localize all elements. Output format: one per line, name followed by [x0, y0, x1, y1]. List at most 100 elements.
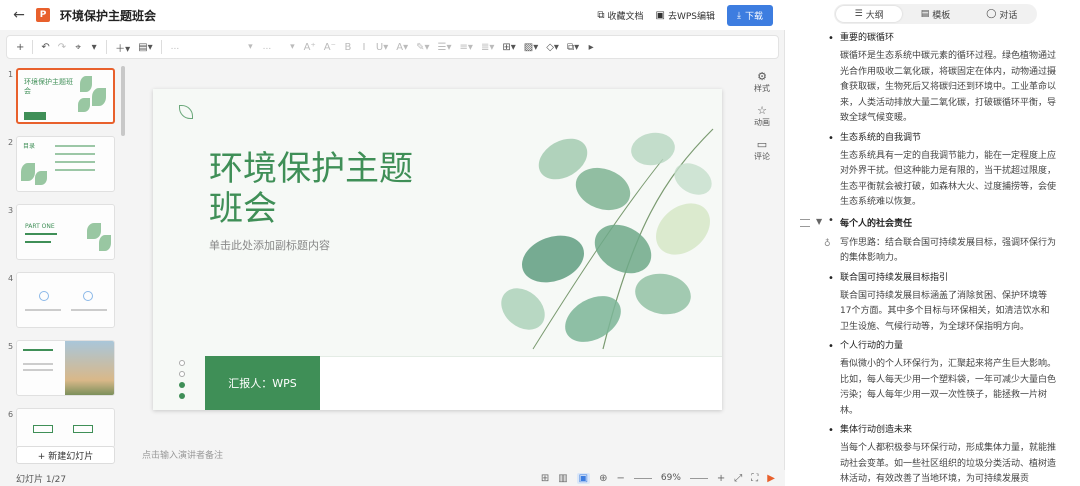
font-size-select[interactable]: ... ▾ — [259, 39, 299, 55]
reporter-box[interactable]: 汇报人：WPS — [205, 356, 320, 410]
slide-dots — [179, 360, 185, 399]
wps-edit-label: 去WPS编辑 — [667, 12, 715, 22]
slide-thumb-3[interactable]: PART ONE — [16, 204, 115, 260]
dot — [179, 371, 185, 377]
tab-label: 对话 — [999, 10, 1018, 21]
outline-bullet[interactable]: 个人行动的力量 — [786, 340, 1080, 353]
thumb-number: 6 — [8, 410, 14, 419]
wps-edit-button[interactable]: ▣ 去WPS编辑 — [656, 9, 716, 22]
arrange-icon[interactable]: ⧉▾ — [564, 38, 582, 56]
outline-paragraph[interactable]: 联合国可持续发展目标涵盖了消除贫困、保护环境等17个方面。其中多个目标与环保相关… — [786, 289, 1080, 336]
editor-pane: ← P 环境保护主题班会 ⧉ 收藏文档 ▣ 去WPS编辑 ⤓ 下载 + ↶ ↷ ⌖ ▾… — [0, 0, 785, 486]
tab-template[interactable]: ▤ 模板 — [902, 6, 968, 22]
drag-handle-icon[interactable] — [800, 218, 810, 227]
slide-thumb-1[interactable]: 环境保护主题班会 — [16, 68, 115, 124]
slide-thumb-2[interactable]: 目录 — [16, 136, 115, 192]
outline-bullet[interactable]: 生态系统的自我调节 — [786, 132, 1080, 145]
comment-button[interactable]: ▭ 评论 — [754, 138, 770, 162]
thumb-number: 3 — [8, 206, 14, 215]
star-icon: ☆ — [757, 104, 767, 117]
thumb-box — [73, 425, 93, 433]
outline-bullet[interactable]: 集体行动创造未来 — [786, 424, 1080, 437]
outline-bullet[interactable]: 联合国可持续发展目标指引 — [786, 272, 1080, 285]
outline-paragraph[interactable]: 生态系统具有一定的自我调节能力，能在一定程度上应对外界干扰。但这种能力是有限的，… — [786, 149, 1080, 211]
thumbnail-scrollbar[interactable] — [121, 66, 125, 136]
back-arrow-icon[interactable]: ← — [6, 7, 32, 23]
thumb-line — [55, 169, 95, 171]
leaf — [594, 224, 652, 274]
zoom-level: 69% — [660, 473, 681, 483]
collect-document-button[interactable]: ⧉ 收藏文档 — [597, 9, 643, 22]
thumb-number: 1 — [8, 70, 14, 79]
globe-icon[interactable]: ⊕ — [599, 473, 607, 484]
tab-outline[interactable]: ☰ 大纲 — [836, 6, 903, 22]
ai-side-panel: ☰大纲 ▤模板 ◯对话 重要的碳循环 碳循环是生态系统中碳元素的循环过程。绿色植… — [786, 0, 1080, 486]
outline-section[interactable]: ▼ • 每个人的社会责任 — [786, 215, 1080, 232]
new-slide-button[interactable]: + 新建幻灯片 — [16, 446, 115, 464]
footer-strip — [320, 356, 722, 410]
writing-hint[interactable]: ♁ 写作思路：结合联合国可持续发展目标，强调环保行为的集体影响力。 — [786, 236, 1080, 267]
leaf — [631, 132, 675, 166]
tab-chat[interactable]: ◯ 对话 — [969, 6, 1035, 22]
insert-icon[interactable]: ＋▾ — [112, 38, 133, 56]
slide-title[interactable]: 环境保护主题 班会 — [209, 149, 479, 229]
zoom-out-icon[interactable]: − — [617, 473, 625, 484]
style-button[interactable]: ⚙ 样式 — [754, 70, 770, 94]
speaker-notes-input[interactable]: 点击输入演讲者备注 — [142, 448, 223, 461]
zoom-slider[interactable] — [633, 477, 652, 479]
redo-icon[interactable]: ↷ — [55, 38, 69, 56]
status-bar: 幻灯片 1/27 ⊞ ▥ ▣ ⊕ − 69% + ⤢ ⛶ ▶ — [0, 470, 785, 486]
normal-view-icon[interactable]: ▣ — [576, 472, 591, 484]
slide-subtitle[interactable]: 单击此处添加副标题内容 — [209, 237, 330, 253]
font-color-icon[interactable]: A▾ — [393, 38, 411, 56]
zoom-slider[interactable] — [689, 477, 708, 479]
thumb-title: 环境保护主题班会 — [24, 78, 73, 95]
eucalyptus-illustration — [501, 128, 714, 350]
slide-thumb-4[interactable] — [16, 272, 115, 328]
leaf — [656, 203, 710, 255]
font-family-select[interactable]: ... ▾ — [167, 39, 257, 55]
underline-icon[interactable]: U▾ — [373, 38, 391, 56]
thumb-line — [25, 241, 51, 243]
reading-view-icon[interactable]: ▥ — [558, 473, 567, 484]
leaf — [501, 288, 545, 330]
align-icon[interactable]: ≣▾ — [478, 38, 497, 56]
thumb-title: 目录 — [23, 143, 36, 150]
italic-icon[interactable]: I — [357, 38, 371, 56]
list-icon[interactable]: ☰▾ — [435, 38, 455, 56]
leaf-decoration — [87, 223, 101, 239]
section-title: 每个人的社会责任 — [840, 218, 913, 229]
highlight-icon[interactable]: ✎▾ — [413, 38, 432, 56]
format-painter-icon[interactable]: ⌖ — [71, 38, 85, 56]
bold-icon[interactable]: B — [341, 38, 355, 56]
fullscreen-icon[interactable]: ⛶ — [751, 473, 758, 484]
increase-font-icon[interactable]: A⁺ — [301, 38, 319, 56]
fit-icon[interactable]: ⤢ — [734, 473, 742, 484]
outline-paragraph[interactable]: 看似微小的个人环保行为，汇聚起来将产生巨大影响。比如，每人每天少用一个塑料袋，一… — [786, 357, 1080, 419]
slide-thumb-6[interactable] — [16, 408, 115, 448]
zoom-in-icon[interactable]: + — [717, 473, 725, 484]
more-icon[interactable]: ▸ — [584, 38, 598, 56]
play-icon[interactable]: ▶ — [767, 473, 775, 484]
slide-thumb-5[interactable] — [16, 340, 115, 396]
slide-canvas[interactable]: 环境保护主题 班会 单击此处添加副标题内容 汇报人：WPS — [153, 89, 722, 410]
caret-down-icon[interactable]: ▼ — [816, 217, 822, 226]
outline-paragraph[interactable]: 当每个人都积极参与环保行动，形成集体力量，就能推动社会变革。如一些社区组织的垃圾… — [786, 441, 1080, 486]
table-icon[interactable]: ⊞▾ — [499, 38, 518, 56]
download-button[interactable]: ⤓ 下载 — [727, 5, 773, 26]
add-icon[interactable]: + — [13, 38, 27, 56]
numbered-list-icon[interactable]: ≡▾ — [457, 38, 476, 56]
thumb-line — [25, 233, 57, 235]
outline-paragraph[interactable]: 碳循环是生态系统中碳元素的循环过程。绿色植物通过光合作用吸收二氧化碳，将碳固定在… — [786, 49, 1080, 127]
download-icon: ⤓ — [737, 10, 741, 21]
shape-icon[interactable]: ◇▾ — [543, 38, 562, 56]
undo-icon[interactable]: ↶ — [38, 38, 52, 56]
animation-button[interactable]: ☆ 动画 — [754, 104, 770, 128]
decrease-font-icon[interactable]: A⁻ — [321, 38, 339, 56]
leaf-decoration — [80, 76, 92, 92]
grid-view-icon[interactable]: ⊞ — [541, 473, 549, 484]
dropdown-icon[interactable]: ▾ — [87, 38, 101, 56]
layout-icon[interactable]: ▤▾ — [135, 38, 155, 56]
outline-bullet[interactable]: 重要的碳循环 — [786, 32, 1080, 45]
image-icon[interactable]: ▨▾ — [521, 38, 541, 56]
